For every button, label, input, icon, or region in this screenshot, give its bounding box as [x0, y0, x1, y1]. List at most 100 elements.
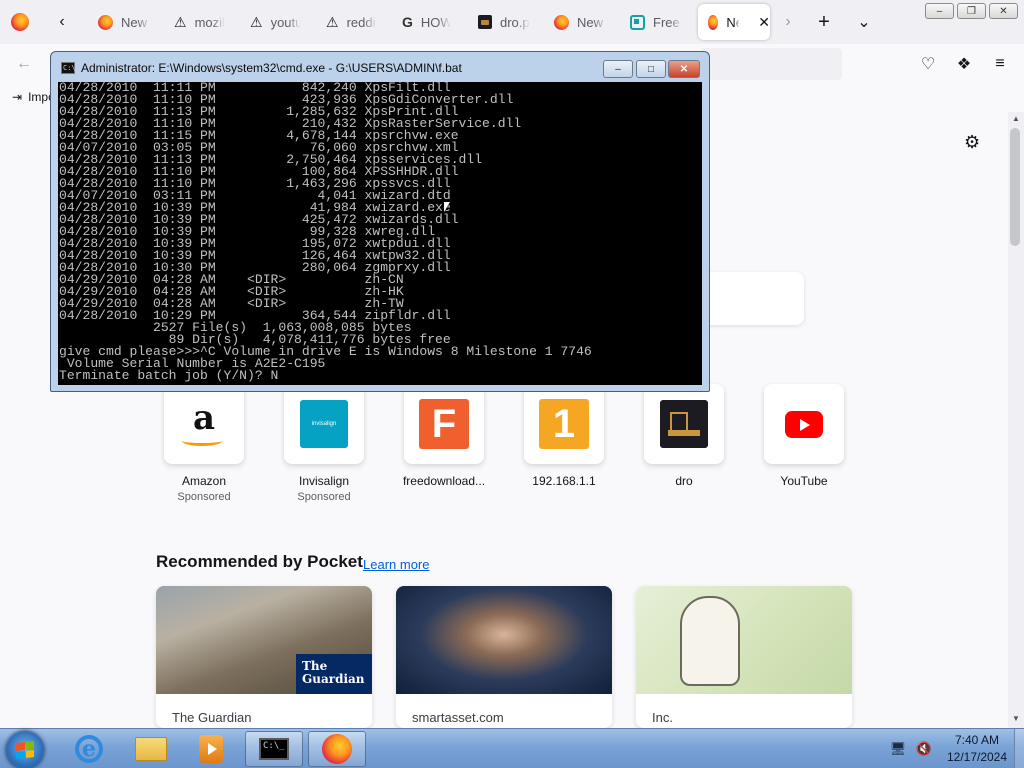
extensions-button[interactable]: ❖ — [952, 52, 976, 76]
taskbar-internet-explorer[interactable]: e — [60, 731, 118, 767]
start-button[interactable] — [6, 731, 44, 768]
command-prompt-window[interactable]: C:\ Administrator: E:\Windows\system32\c… — [50, 51, 710, 392]
app-menu-button[interactable]: ≡ — [988, 52, 1012, 76]
cmd-minimize-button[interactable]: – — [603, 60, 633, 78]
top-site-dro[interactable]: dro — [639, 384, 729, 488]
taskbar-windows-explorer[interactable] — [122, 731, 180, 767]
plus-icon: + — [818, 10, 830, 33]
learn-more-link[interactable]: Learn more — [363, 557, 429, 572]
scroll-down-arrow[interactable]: ▼ — [1008, 714, 1024, 723]
pocket-card-smartasset[interactable]: smartasset.com — [396, 586, 612, 728]
top-site-freedownload[interactable]: F freedownload... — [399, 384, 489, 488]
maximize-icon: □ — [647, 63, 655, 75]
minimize-icon: – — [615, 63, 621, 75]
restore-icon: ❐ — [967, 5, 976, 17]
top-site-invisalign[interactable]: invisalign Invisalign Sponsored — [279, 384, 369, 503]
pocket-card-inc[interactable]: Inc. — [636, 586, 852, 728]
tab-1[interactable]: New Tab — [80, 4, 156, 40]
new-tab-button[interactable]: + — [810, 8, 838, 36]
tabs-scroll-left-button[interactable]: ‹ — [48, 8, 76, 36]
tab-strip: ‹ New Tab ⚠ mozilla ⚠ youtube ⚠ reddit G… — [0, 0, 1024, 44]
close-window-button[interactable]: ✕ — [989, 3, 1018, 19]
tab-8[interactable]: Free D — [612, 4, 692, 40]
tab-title: Free D — [653, 14, 683, 30]
cmd-close-button[interactable]: ✕ — [668, 60, 700, 78]
site-name: 192.168.1.1 — [532, 474, 596, 488]
scrollbar-thumb[interactable] — [1010, 128, 1020, 246]
top-site-amazon[interactable]: a Amazon Sponsored — [159, 384, 249, 503]
tab-title: dro.p — [500, 14, 530, 30]
google-icon: G — [402, 14, 413, 30]
restore-button[interactable]: ❐ — [957, 3, 986, 19]
volume-muted-icon[interactable]: 🔇 — [916, 741, 932, 756]
thumbs-up-illustration — [680, 596, 740, 686]
command-prompt-icon: C:\_ — [259, 738, 289, 760]
import-icon: ⇥ — [12, 90, 23, 104]
show-desktop-button[interactable] — [1014, 729, 1024, 768]
site-name: Amazon — [181, 474, 227, 488]
network-icon[interactable]: 🖥 — [890, 741, 907, 756]
dro-icon — [660, 400, 708, 448]
card-image: The Guardian — [156, 586, 372, 694]
pocket-card-guardian[interactable]: The Guardian The Guardian — [156, 586, 372, 728]
card-source: smartasset.com — [412, 710, 504, 725]
clock[interactable]: 7:40 AM 12/17/2024 — [942, 732, 1012, 766]
sponsored-label: Sponsored — [297, 491, 351, 503]
tab-list: New Tab ⚠ mozilla ⚠ youtube ⚠ reddit G H… — [80, 0, 780, 44]
taskbar-command-prompt[interactable]: C:\_ — [245, 731, 303, 767]
gear-icon[interactable]: ⚙ — [964, 132, 980, 153]
tab-3[interactable]: ⚠ youtube — [232, 4, 308, 40]
tab-2[interactable]: ⚠ mozilla — [156, 4, 232, 40]
taskbar-firefox[interactable] — [308, 731, 366, 767]
firefox-icon — [708, 14, 719, 30]
back-button[interactable]: ← — [12, 52, 36, 76]
tab-5[interactable]: G HOW — [384, 4, 460, 40]
folder-icon — [135, 737, 167, 761]
console-text: 04/28/2010 11:11 PM 842,240 XpsFilt.dll 0… — [58, 82, 592, 382]
scroll-up-arrow[interactable]: ▲ — [1008, 114, 1024, 123]
chevron-down-icon: ⌄ — [857, 14, 871, 31]
window-title-bar[interactable]: C:\ Administrator: E:\Windows\system32\c… — [61, 61, 462, 75]
tab-active[interactable]: New Tab ✕ — [698, 4, 770, 40]
freedownload-icon: F — [419, 399, 469, 449]
firefox-icon — [554, 14, 569, 30]
taskbar-media-center[interactable] — [182, 731, 240, 767]
tab-title: mozilla — [194, 14, 225, 30]
tab-4[interactable]: ⚠ reddit — [308, 4, 384, 40]
windows-taskbar: e C:\_ 🖥 🔇 7:40 AM 12/17/2024 — [0, 728, 1024, 768]
tab-7[interactable]: New Tab — [536, 4, 612, 40]
url-bar[interactable] — [700, 48, 842, 80]
guardian-logo: The Guardian — [296, 654, 372, 694]
site-tile: a — [164, 384, 244, 464]
window-title: Administrator: E:\Windows\system32\cmd.e… — [81, 61, 462, 75]
close-tab-icon[interactable]: ✕ — [758, 14, 770, 31]
tabs-scroll-right-button[interactable]: › — [774, 8, 802, 36]
console-output[interactable]: 04/28/2010 11:11 PM 842,240 XpsFilt.dll 0… — [58, 82, 702, 385]
console-icon: C:\ — [61, 62, 76, 74]
media-player-icon — [199, 735, 223, 763]
site-name: YouTube — [780, 474, 828, 488]
system-tray: 🖥 🔇 7:40 AM 12/17/2024 — [890, 731, 1012, 767]
site-name: dro — [675, 474, 693, 488]
firefox-icon — [98, 14, 113, 30]
firefox-view-button[interactable] — [6, 8, 34, 36]
tab-title: youtube — [270, 14, 301, 30]
top-site-youtube[interactable]: YouTube — [759, 384, 849, 488]
internet-explorer-icon: e — [75, 735, 103, 763]
minimize-button[interactable]: – — [925, 3, 954, 19]
site-name: freedownload... — [402, 474, 486, 488]
dro-icon — [478, 15, 492, 29]
top-site-router[interactable]: 1 192.168.1.1 — [519, 384, 609, 488]
clock-date: 12/17/2024 — [946, 750, 1008, 764]
router-icon: 1 — [539, 399, 589, 449]
clock-time: 7:40 AM — [954, 733, 1000, 747]
tab-6[interactable]: dro.p — [460, 4, 536, 40]
site-name: Invisalign — [298, 474, 350, 488]
cmd-maximize-button[interactable]: □ — [636, 60, 666, 78]
site-tile: F — [404, 384, 484, 464]
pocket-button[interactable]: ♡ — [916, 52, 940, 76]
chevron-right-icon: › — [785, 13, 791, 30]
list-all-tabs-button[interactable]: ⌄ — [850, 8, 878, 36]
close-icon: ✕ — [679, 63, 689, 75]
amazon-smile-icon — [182, 436, 222, 446]
